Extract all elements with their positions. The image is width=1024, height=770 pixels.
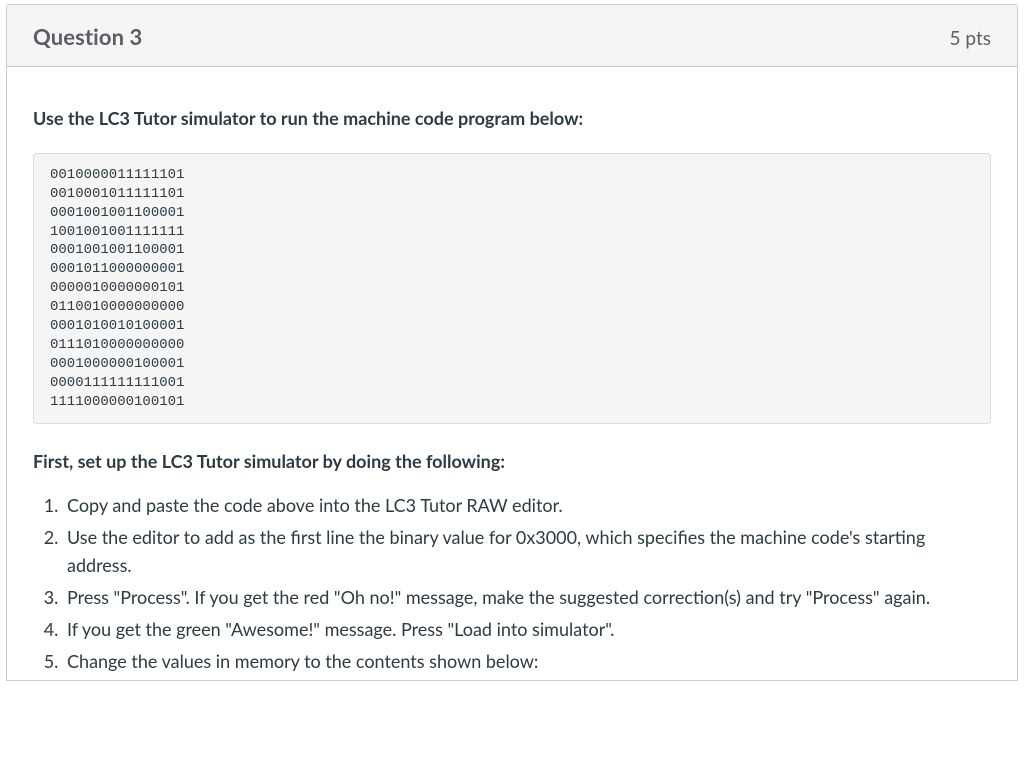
prompt-text: Use the LC3 Tutor simulator to run the m… [33, 105, 991, 133]
list-item: If you get the green "Awesome!" message.… [63, 616, 991, 644]
question-header: Question 3 5 pts [7, 5, 1017, 67]
list-item: Change the values in memory to the conte… [63, 648, 991, 676]
sub-prompt-text: First, set up the LC3 Tutor simulator by… [33, 448, 991, 476]
question-card: Question 3 5 pts Use the LC3 Tutor simul… [6, 4, 1018, 681]
page: Question 3 5 pts Use the LC3 Tutor simul… [0, 4, 1024, 770]
list-item: Use the editor to add as the first line … [63, 524, 991, 580]
question-body: Use the LC3 Tutor simulator to run the m… [7, 67, 1017, 676]
list-item: Press "Process". If you get the red "Oh … [63, 584, 991, 612]
question-title: Question 3 [33, 23, 142, 50]
code-block[interactable]: 0010000011111101 0010001011111101 000100… [33, 153, 991, 425]
steps-list: Copy and paste the code above into the L… [33, 492, 991, 675]
question-points: 5 pts [950, 27, 991, 50]
list-item: Copy and paste the code above into the L… [63, 492, 991, 520]
